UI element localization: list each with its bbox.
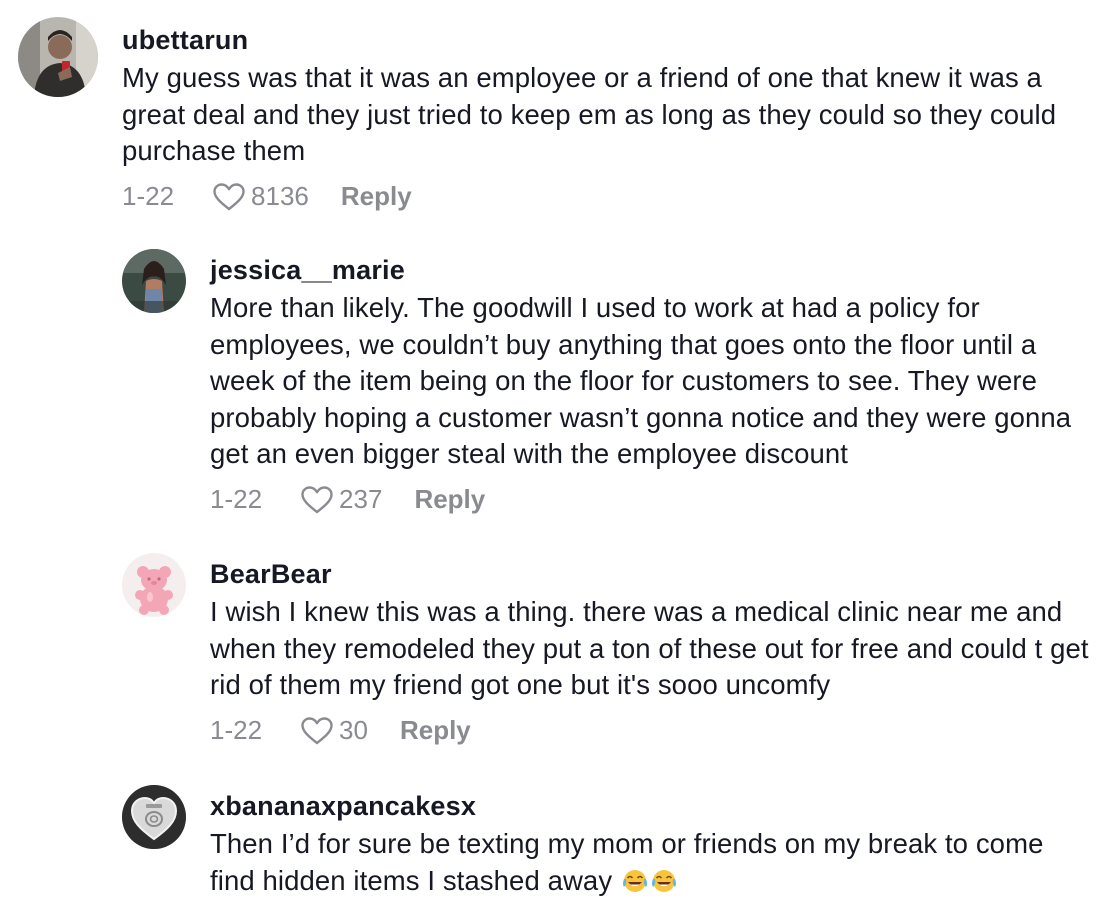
- comment-text: Then I’d for sure be texting my mom or f…: [210, 826, 1095, 899]
- comment-item: jessica__marie More than likely. The goo…: [0, 230, 1104, 550]
- comment-item: ubettarun My guess was that it was an em…: [0, 0, 1104, 230]
- comment-username[interactable]: BearBear: [210, 558, 1095, 590]
- comment-body: xbananaxpancakesx Then I’d for sure be t…: [210, 790, 1095, 899]
- user-avatar[interactable]: [122, 553, 186, 617]
- like-button[interactable]: 8136: [212, 181, 309, 212]
- comment-date: 1-22: [210, 715, 263, 745]
- comment-item: BearBear I wish I knew this was a thing.…: [0, 550, 1104, 785]
- comment-date: 1-22: [122, 181, 175, 211]
- man-mirror-selfie-avatar-icon: [18, 17, 98, 97]
- heart-icon: [213, 182, 245, 210]
- comment-username[interactable]: xbananaxpancakesx: [210, 790, 1095, 822]
- comment-text: My guess was that it was an employee or …: [122, 62, 1057, 166]
- like-count: 8136: [251, 181, 309, 211]
- heart-candy-avatar-icon: [122, 785, 186, 849]
- comment-username[interactable]: ubettarun: [122, 24, 1092, 56]
- user-avatar[interactable]: [122, 785, 186, 849]
- like-button[interactable]: 30: [300, 715, 368, 746]
- reply-button[interactable]: Reply: [414, 484, 485, 515]
- like-count: 30: [339, 715, 368, 745]
- like-button[interactable]: 237: [300, 484, 382, 515]
- comment-item: xbananaxpancakesx Then I’d for sure be t…: [0, 780, 1104, 904]
- tears-of-joy-icon: [651, 869, 676, 892]
- comment-body: BearBear I wish I knew this was a thing.…: [210, 558, 1095, 751]
- comment-date: 1-22: [210, 484, 263, 514]
- user-avatar[interactable]: [122, 249, 186, 313]
- comment-username[interactable]: jessica__marie: [210, 254, 1095, 286]
- comment-text: I wish I knew this was a thing. there wa…: [210, 596, 1089, 700]
- comment-body: ubettarun My guess was that it was an em…: [122, 24, 1092, 217]
- comment-meta: 1-22 30 Reply: [210, 711, 1095, 751]
- woman-photo-avatar-icon: [122, 249, 186, 313]
- reply-button[interactable]: Reply: [400, 715, 471, 746]
- tears-of-joy-icon: [622, 869, 647, 892]
- comment-meta: 1-22 237 Reply: [210, 480, 1095, 520]
- comment-text: More than likely. The goodwill I used to…: [210, 292, 1072, 469]
- pink-gummy-bear-avatar-icon: [122, 553, 186, 617]
- heart-icon: [301, 485, 333, 513]
- like-count: 237: [339, 484, 383, 514]
- comment-meta: 1-22 8136 Reply: [122, 177, 1092, 217]
- comment-body: jessica__marie More than likely. The goo…: [210, 254, 1095, 520]
- reply-button[interactable]: Reply: [341, 181, 412, 212]
- user-avatar[interactable]: [18, 17, 98, 97]
- heart-icon: [301, 716, 333, 744]
